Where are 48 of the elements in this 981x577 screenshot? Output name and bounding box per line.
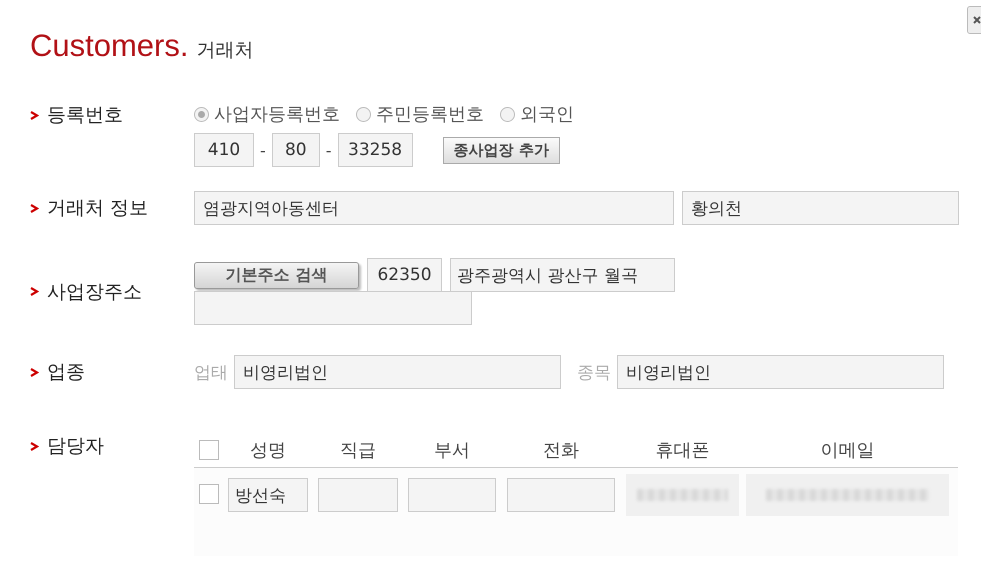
input-field[interactable]: 410 (194, 133, 254, 167)
radio-label: 외국인 (520, 103, 574, 126)
radio-label: 사업자등록번호 (214, 103, 340, 126)
input-field[interactable]: 방선숙 (228, 478, 308, 512)
input-field[interactable]: 광주광역시 광산구 월곡 (450, 258, 675, 292)
column-header: 휴대폰 (654, 439, 710, 462)
checkbox[interactable] (199, 484, 219, 504)
field-label: 업종 (47, 360, 85, 385)
column-header: 이메일 (820, 439, 876, 462)
column-header: 부서 (433, 439, 471, 462)
input-field[interactable]: 33258 (338, 133, 413, 167)
radio-button[interactable] (356, 106, 371, 122)
input-field[interactable]: 염광지역아동센터 (194, 191, 674, 225)
input-field[interactable] (408, 478, 496, 512)
radio-button[interactable] (194, 106, 209, 122)
chevron-icon (30, 442, 39, 450)
field-label: 등록번호 (47, 103, 123, 128)
chevron-icon (30, 110, 39, 120)
input-field[interactable]: 황의천 (682, 191, 959, 225)
field-label: 사업장주소 (47, 280, 142, 304)
radio-button[interactable] (500, 106, 515, 122)
separator: - (326, 140, 332, 160)
input-field[interactable]: 62350 (367, 258, 442, 292)
chevron-icon (30, 287, 39, 296)
chevron-icon (30, 368, 39, 376)
column-header: 전화 (542, 439, 580, 462)
checkbox[interactable] (199, 440, 219, 460)
input-field[interactable] (507, 478, 615, 512)
field-label: 업태 (194, 362, 228, 384)
field-label: 거래처 정보 (47, 196, 148, 221)
page-title: Customers. (30, 28, 188, 64)
address-search-button[interactable]: 기본주소 검색 (194, 262, 359, 288)
input-field[interactable]: 비영리법인 (234, 355, 561, 389)
chevron-icon (30, 204, 39, 212)
close-icon (973, 16, 981, 24)
input-field[interactable] (194, 291, 472, 325)
add-button[interactable]: 종사업장 추가 (442, 136, 560, 164)
column-header: 직급 (339, 439, 377, 462)
field-label: 종목 (577, 362, 611, 384)
page-subtitle: 거래처 (196, 38, 254, 63)
radio-label: 주민등록번호 (376, 103, 484, 126)
separator: - (260, 140, 266, 160)
input-field[interactable]: 80 (272, 133, 320, 167)
field-label: 담당자 (47, 434, 104, 459)
column-header: 성명 (249, 439, 287, 462)
input-field[interactable] (318, 478, 398, 512)
close-button[interactable] (967, 6, 981, 34)
input-field[interactable]: 비영리법인 (617, 355, 944, 389)
